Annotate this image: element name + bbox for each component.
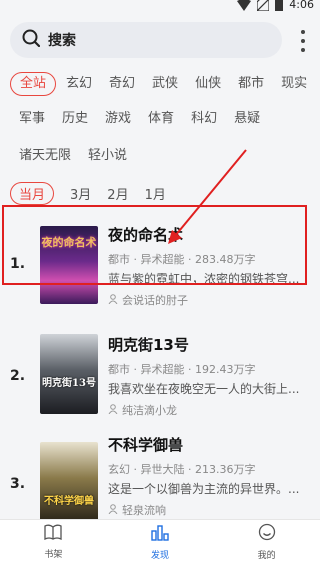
tab-discover[interactable]: 发现 [107,520,214,564]
tab-label: 发现 [151,551,170,561]
bottom-tab-bar: 书架 发现 我的 [0,519,320,564]
discover-icon [151,523,169,545]
tab-label: 我的 [257,551,276,561]
tab-label: 书架 [44,550,63,560]
profile-icon [258,523,276,545]
tab-me[interactable]: 我的 [213,520,320,564]
bookshelf-icon [44,524,62,544]
tab-bookshelf[interactable]: 书架 [0,520,107,564]
annotation-arrow [168,149,247,244]
